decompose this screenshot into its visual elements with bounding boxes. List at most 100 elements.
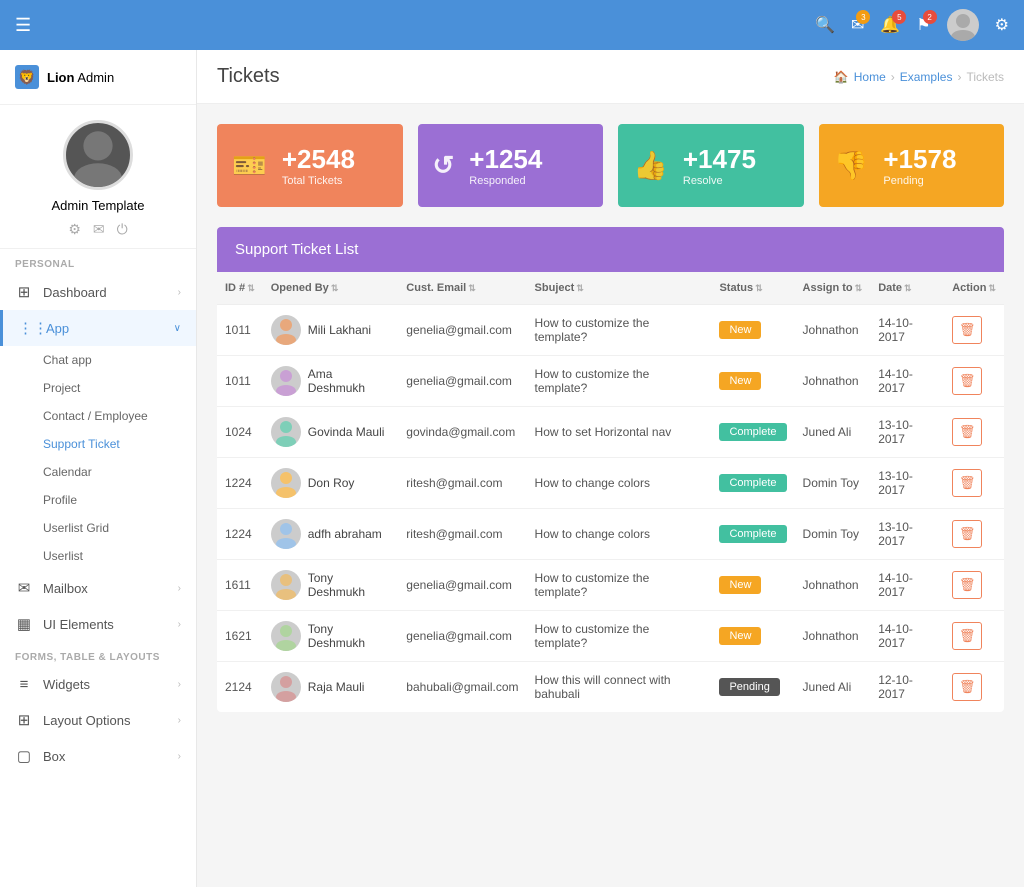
main-header: Tickets 🏠 Home › Examples › Tickets <box>197 50 1024 104</box>
sidebar-item-layout-options[interactable]: ⊞ Layout Options › <box>0 702 196 738</box>
sidebar-item-mailbox[interactable]: ✉ Mailbox › <box>0 570 196 606</box>
cell-email: govinda@gmail.com <box>398 407 526 458</box>
user-thumb <box>271 519 301 549</box>
app-icon: ⋮⋮ <box>18 319 36 337</box>
stat-total-tickets: 🎫 +2548 Total Tickets <box>217 124 403 207</box>
cell-assign: Juned Ali <box>795 407 871 458</box>
cell-opened-by: Tony Deshmukh <box>263 611 399 662</box>
delete-button[interactable]: 🗑 <box>952 418 982 446</box>
sort-subject-icon[interactable]: ⇅ <box>576 283 584 293</box>
user-mail-icon[interactable]: ✉ <box>93 221 105 238</box>
cell-opened-by: Raja Mauli <box>263 662 399 713</box>
table-row: 2124 Raja Mauli bahubali@gmail.com How t… <box>217 662 1004 713</box>
cell-opened-by: Govinda Mauli <box>263 407 399 458</box>
responded-number: +1254 <box>469 144 542 175</box>
cell-subject: How to customize the template? <box>527 611 712 662</box>
bell-icon[interactable]: 🔔 5 <box>880 15 900 35</box>
stat-resolve: 👍 +1475 Resolve <box>618 124 804 207</box>
box-icon: ▢ <box>15 747 33 765</box>
table-row: 1011 Ama Deshmukh genelia@gmail.com How … <box>217 356 1004 407</box>
delete-button[interactable]: 🗑 <box>952 520 982 548</box>
user-power-icon[interactable]: ⏻ <box>117 221 128 238</box>
cell-email: genelia@gmail.com <box>398 305 526 356</box>
sidebar-subitem-support-ticket[interactable]: Support Ticket <box>0 430 196 458</box>
sidebar-item-widgets[interactable]: ≡ Widgets › <box>0 667 196 702</box>
cell-assign: Juned Ali <box>795 662 871 713</box>
mailbox-label: Mailbox <box>43 581 88 596</box>
sidebar-item-box[interactable]: ▢ Box › <box>0 738 196 774</box>
sort-status-icon[interactable]: ⇅ <box>755 283 763 293</box>
mail-icon[interactable]: ✉ 3 <box>851 15 864 35</box>
dashboard-icon: ⊞ <box>15 283 33 301</box>
sidebar-subitem-calendar[interactable]: Calendar <box>0 458 196 486</box>
delete-button[interactable]: 🗑 <box>952 622 982 650</box>
user-name: Tony Deshmukh <box>308 622 391 650</box>
ticket-table-body: 1011 Mili Lakhani genelia@gmail.com How … <box>217 305 1004 713</box>
sort-action-icon[interactable]: ⇅ <box>988 283 996 293</box>
breadcrumb-examples[interactable]: Examples <box>900 70 953 84</box>
sidebar-subitem-profile[interactable]: Profile <box>0 486 196 514</box>
cell-status: New <box>711 611 794 662</box>
delete-button[interactable]: 🗑 <box>952 367 982 395</box>
cell-subject: How to customize the template? <box>527 305 712 356</box>
user-avatar[interactable] <box>947 9 979 41</box>
breadcrumb-home[interactable]: Home <box>854 70 886 84</box>
sidebar-item-ui-elements[interactable]: ▦ UI Elements › <box>0 606 196 642</box>
stat-pending: 👎 +1578 Pending <box>819 124 1005 207</box>
sidebar-subitem-project[interactable]: Project <box>0 374 196 402</box>
user-name: adfh abraham <box>308 527 382 541</box>
cell-status: New <box>711 305 794 356</box>
sort-date-icon[interactable]: ⇅ <box>904 283 912 293</box>
search-icon[interactable]: 🔍 <box>815 15 835 35</box>
status-badge: New <box>719 627 761 645</box>
widgets-label: Widgets <box>43 677 90 692</box>
sidebar-subitem-chat-app[interactable]: Chat app <box>0 346 196 374</box>
flag-badge: 2 <box>923 10 937 24</box>
ui-elements-arrow: › <box>178 619 181 630</box>
flag-icon[interactable]: ⚑ 2 <box>916 15 930 35</box>
cell-id: 1011 <box>217 305 263 356</box>
total-tickets-number: +2548 <box>282 144 355 175</box>
delete-button[interactable]: 🗑 <box>952 571 982 599</box>
delete-button[interactable]: 🗑 <box>952 469 982 497</box>
cell-assign: Johnathon <box>795 611 871 662</box>
sort-opened-icon[interactable]: ⇅ <box>331 283 339 293</box>
hamburger-button[interactable]: ☰ <box>15 15 31 36</box>
cell-assign: Johnathon <box>795 560 871 611</box>
sidebar-subitem-userlist-grid[interactable]: Userlist Grid <box>0 514 196 542</box>
cell-date: 14-10-2017 <box>870 305 944 356</box>
delete-button[interactable]: 🗑 <box>952 673 982 701</box>
cell-status: Pending <box>711 662 794 713</box>
sort-id-icon[interactable]: ⇅ <box>247 283 255 293</box>
sort-assign-icon[interactable]: ⇅ <box>855 283 863 293</box>
col-id: ID #⇅ <box>217 272 263 305</box>
brand-admin: Admin <box>74 70 114 85</box>
sidebar-item-app[interactable]: ⋮⋮ App ∨ <box>0 310 196 346</box>
cell-assign: Johnathon <box>795 305 871 356</box>
cell-date: 13-10-2017 <box>870 509 944 560</box>
mail-badge: 3 <box>856 10 870 24</box>
mailbox-arrow: › <box>178 583 181 594</box>
resolve-number: +1475 <box>683 144 756 175</box>
user-name: Mili Lakhani <box>308 323 371 337</box>
settings-icon[interactable]: ⚙ <box>995 15 1009 35</box>
delete-button[interactable]: 🗑 <box>952 316 982 344</box>
user-thumb <box>271 621 301 651</box>
user-settings-icon[interactable]: ⚙ <box>68 221 81 238</box>
brand-name: Lion Admin <box>47 70 114 85</box>
section-label-personal: PERSONAL <box>0 249 196 274</box>
cell-status: New <box>711 560 794 611</box>
responded-icon: ↺ <box>433 150 455 181</box>
table-row: 1611 Tony Deshmukh genelia@gmail.com How… <box>217 560 1004 611</box>
sidebar-item-dashboard[interactable]: ⊞ Dashboard › <box>0 274 196 310</box>
user-thumb <box>271 315 301 345</box>
status-badge: New <box>719 372 761 390</box>
sort-email-icon[interactable]: ⇅ <box>468 283 476 293</box>
cell-email: bahubali@gmail.com <box>398 662 526 713</box>
cell-assign: Johnathon <box>795 356 871 407</box>
status-badge: Pending <box>719 678 779 696</box>
sidebar-subitem-userlist[interactable]: Userlist <box>0 542 196 570</box>
cell-date: 14-10-2017 <box>870 611 944 662</box>
topnav-icons: 🔍 ✉ 3 🔔 5 ⚑ 2 ⚙ <box>815 9 1009 41</box>
sidebar-subitem-contact[interactable]: Contact / Employee <box>0 402 196 430</box>
